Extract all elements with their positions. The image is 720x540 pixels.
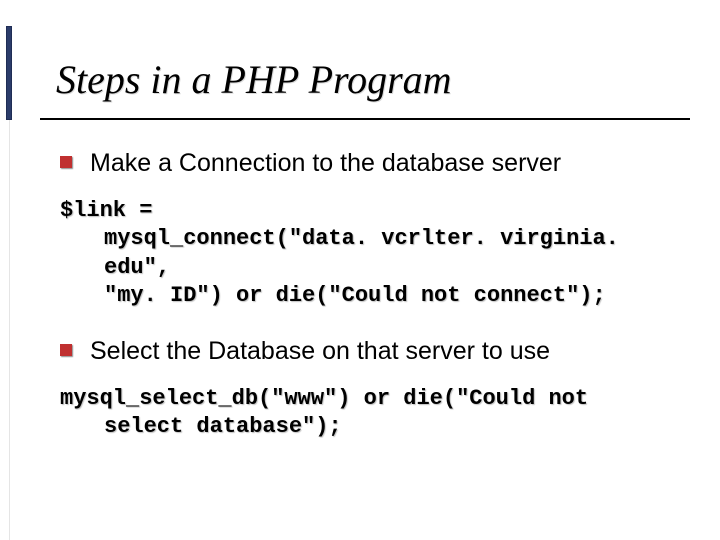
bullet-item: Select the Database on that server to us… [60,336,680,367]
left-rail-accent [6,26,12,120]
code-block: mysql_select_db("www") or die("Could not… [60,385,680,441]
slide: Steps in a PHP Program Make a Connection… [0,0,720,540]
slide-content: Make a Connection to the database server… [60,148,680,467]
code-line: mysql_connect("data. vcrlter. virginia. … [60,225,680,281]
slide-title: Steps in a PHP Program [56,56,452,103]
bullet-text: Make a Connection to the database server [90,148,561,179]
code-line: select database"); [60,413,680,441]
title-underline [40,118,690,120]
code-line: "my. ID") or die("Could not connect"); [60,282,680,310]
square-bullet-icon [60,344,72,356]
bullet-item: Make a Connection to the database server [60,148,680,179]
left-rail [0,0,12,540]
code-line: mysql_select_db("www") or die("Could not [60,386,588,411]
bullet-text: Select the Database on that server to us… [90,336,550,367]
left-rail-shadow [6,120,10,540]
square-bullet-icon [60,156,72,168]
code-block: $link = mysql_connect("data. vcrlter. vi… [60,197,680,310]
code-line: $link = [60,198,152,223]
